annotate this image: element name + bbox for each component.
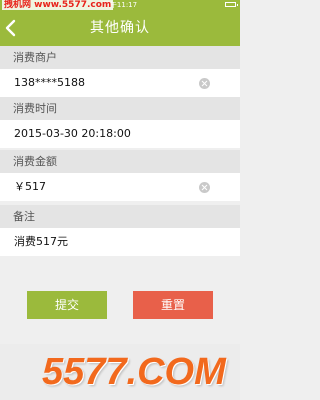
time-field[interactable]: 2015-03-30 20:18:00 <box>0 120 240 148</box>
nav-header: 其他确认 <box>0 10 240 46</box>
reset-button[interactable]: 重置 <box>133 291 213 319</box>
amount-field[interactable]: ￥517 <box>0 173 240 201</box>
battery-icon <box>225 2 238 7</box>
note-value[interactable]: 消费517元 <box>14 228 68 256</box>
clear-icon[interactable] <box>199 78 210 89</box>
submit-button[interactable]: 提交 <box>27 291 107 319</box>
amount-value[interactable]: ￥517 <box>14 173 46 201</box>
time-value[interactable]: 2015-03-30 20:18:00 <box>14 120 131 148</box>
merchant-field[interactable]: 138****5188 <box>0 69 240 97</box>
label-time: 消费时间 <box>0 97 240 120</box>
label-note: 备注 <box>0 205 240 228</box>
watermark-logo: 5577.COM <box>42 351 226 393</box>
merchant-value[interactable]: 138****5188 <box>14 69 85 97</box>
label-merchant: 消费商户 <box>0 46 240 69</box>
page-title: 其他确认 <box>90 20 150 36</box>
clear-icon[interactable] <box>199 182 210 193</box>
note-field[interactable]: 消费517元 <box>0 228 240 256</box>
label-amount: 消费金额 <box>0 150 240 173</box>
watermark-top: 拽机网 www.5577.com <box>2 0 114 10</box>
